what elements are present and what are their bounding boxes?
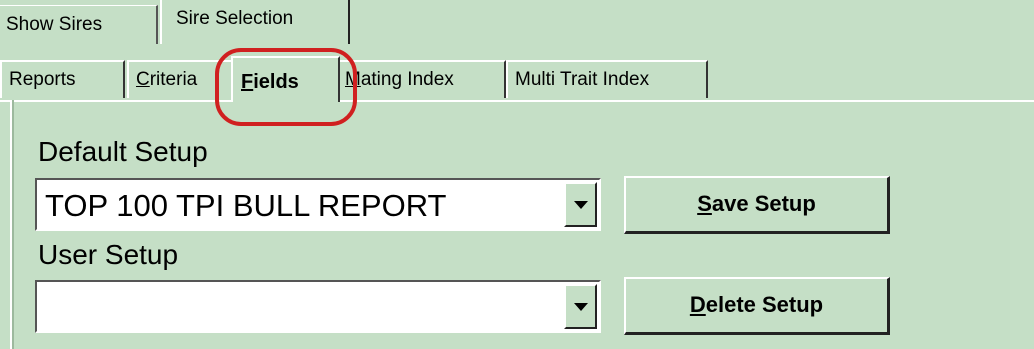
tab-show-sires-label: Show Sires xyxy=(6,14,103,35)
tab-sire-selection[interactable]: Sire Selection xyxy=(160,0,350,44)
tab-show-sires[interactable]: Show Sires xyxy=(0,5,158,44)
tab-mating-index[interactable]: Mating Index xyxy=(336,60,506,98)
dropdown-arrow-icon xyxy=(573,302,588,311)
save-setup-label: ave Setup xyxy=(711,191,816,216)
default-setup-dropdown[interactable]: TOP 100 TPI BULL REPORT xyxy=(35,178,601,231)
tab-criteria-hotkey: C xyxy=(136,69,150,90)
tab-sire-selection-label: Sire Selection xyxy=(176,8,294,29)
panel-edge xyxy=(10,100,14,349)
default-setup-dropdown-button[interactable] xyxy=(564,182,597,227)
delete-setup-button[interactable]: Delete Setup xyxy=(624,277,890,335)
user-setup-label: User Setup xyxy=(38,239,179,270)
save-setup-hotkey: S xyxy=(697,191,712,216)
tab-reports-label: Reports xyxy=(9,69,76,90)
dropdown-arrow-icon xyxy=(573,200,588,209)
user-setup-dropdown-button[interactable] xyxy=(564,284,597,329)
tab-multi-trait-index[interactable]: Multi Trait Index xyxy=(506,60,708,98)
tab-criteria-label: riteria xyxy=(149,69,198,90)
delete-setup-label: elete Setup xyxy=(705,292,824,317)
delete-setup-hotkey: D xyxy=(689,292,706,317)
tab-mating-label: ating Index xyxy=(360,69,454,90)
user-setup-dropdown[interactable] xyxy=(35,280,601,333)
tab-multi-label: Multi Trait Index xyxy=(515,69,650,90)
default-setup-value: TOP 100 TPI BULL REPORT xyxy=(45,188,447,223)
tab-reports[interactable]: Reports xyxy=(0,60,125,98)
default-setup-label: Default Setup xyxy=(38,136,208,167)
save-setup-button[interactable]: Save Setup xyxy=(624,176,890,234)
highlight-circle xyxy=(215,48,357,126)
